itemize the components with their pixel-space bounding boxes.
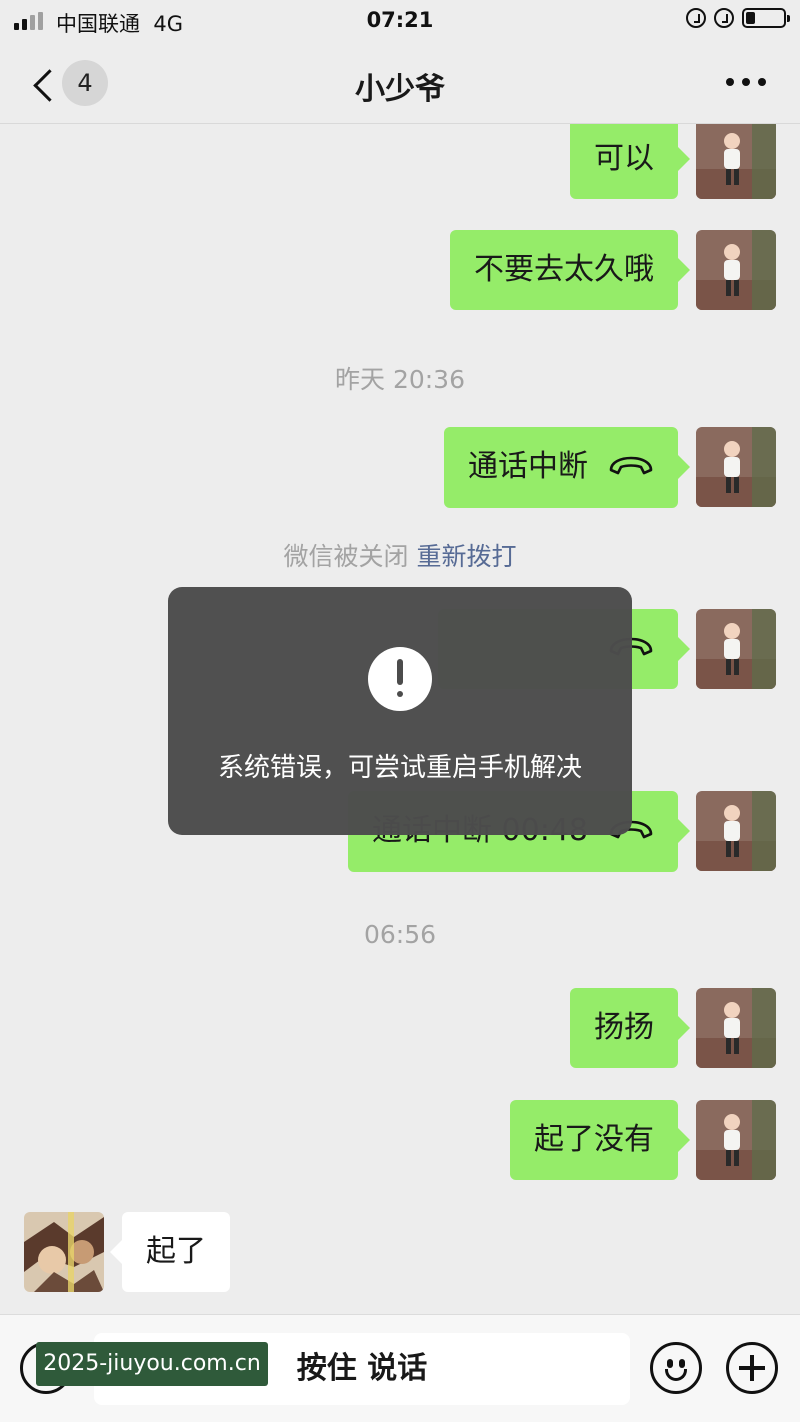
time-separator: 昨天 20:36	[335, 365, 465, 394]
message-row: 扬扬	[570, 988, 776, 1068]
message-bubble[interactable]: 起了	[110, 1212, 230, 1292]
plus-icon[interactable]	[726, 1342, 778, 1394]
more-dots-icon[interactable]	[726, 78, 766, 88]
system-notice: 微信被关闭 重新拨打	[0, 537, 800, 573]
message-bubble[interactable]: 可以	[570, 124, 690, 199]
my-avatar[interactable]	[696, 609, 776, 689]
time-separator: 06:56	[363, 920, 437, 949]
my-avatar[interactable]	[696, 230, 776, 310]
chat-title: 小少爷	[355, 72, 445, 107]
message-bubble[interactable]: 不要去太久哦	[450, 230, 690, 310]
my-avatar[interactable]	[696, 791, 776, 871]
alarm-icon	[714, 8, 734, 28]
contact-avatar[interactable]	[24, 1212, 104, 1292]
system-notice-text: 微信被关闭	[283, 542, 409, 571]
phone-hangup-icon	[608, 446, 654, 490]
call-bubble[interactable]: 通话中断	[444, 427, 690, 508]
exclamation-icon	[368, 647, 432, 711]
chat-header: 4 小少爷	[0, 42, 800, 124]
message-row: 起了	[24, 1212, 230, 1292]
battery-icon	[742, 8, 790, 28]
message-bubble[interactable]: 扬扬	[570, 988, 690, 1068]
message-row: 可以	[570, 124, 776, 199]
rotation-lock-icon	[686, 8, 706, 28]
watermark: 2025-jiuyou.com.cn	[36, 1342, 268, 1386]
error-toast: 系统错误，可尝试重启手机解决	[168, 587, 632, 835]
message-row: 起了没有	[510, 1100, 776, 1180]
my-avatar[interactable]	[696, 1100, 776, 1180]
emoji-icon[interactable]	[650, 1342, 702, 1394]
message-row: 通话中断	[444, 427, 776, 508]
redial-link[interactable]: 重新拨打	[417, 542, 517, 571]
my-avatar[interactable]	[696, 124, 776, 199]
status-bar: 中国联通 4G 07:21	[0, 0, 800, 42]
my-avatar[interactable]	[696, 427, 776, 507]
message-bubble[interactable]: 起了没有	[510, 1100, 690, 1180]
call-status-text: 通话中断	[468, 449, 588, 484]
message-row: 不要去太久哦	[450, 230, 776, 310]
toast-message: 系统错误，可尝试重启手机解决	[217, 753, 582, 783]
my-avatar[interactable]	[696, 988, 776, 1068]
status-time: 07:21	[366, 8, 434, 32]
